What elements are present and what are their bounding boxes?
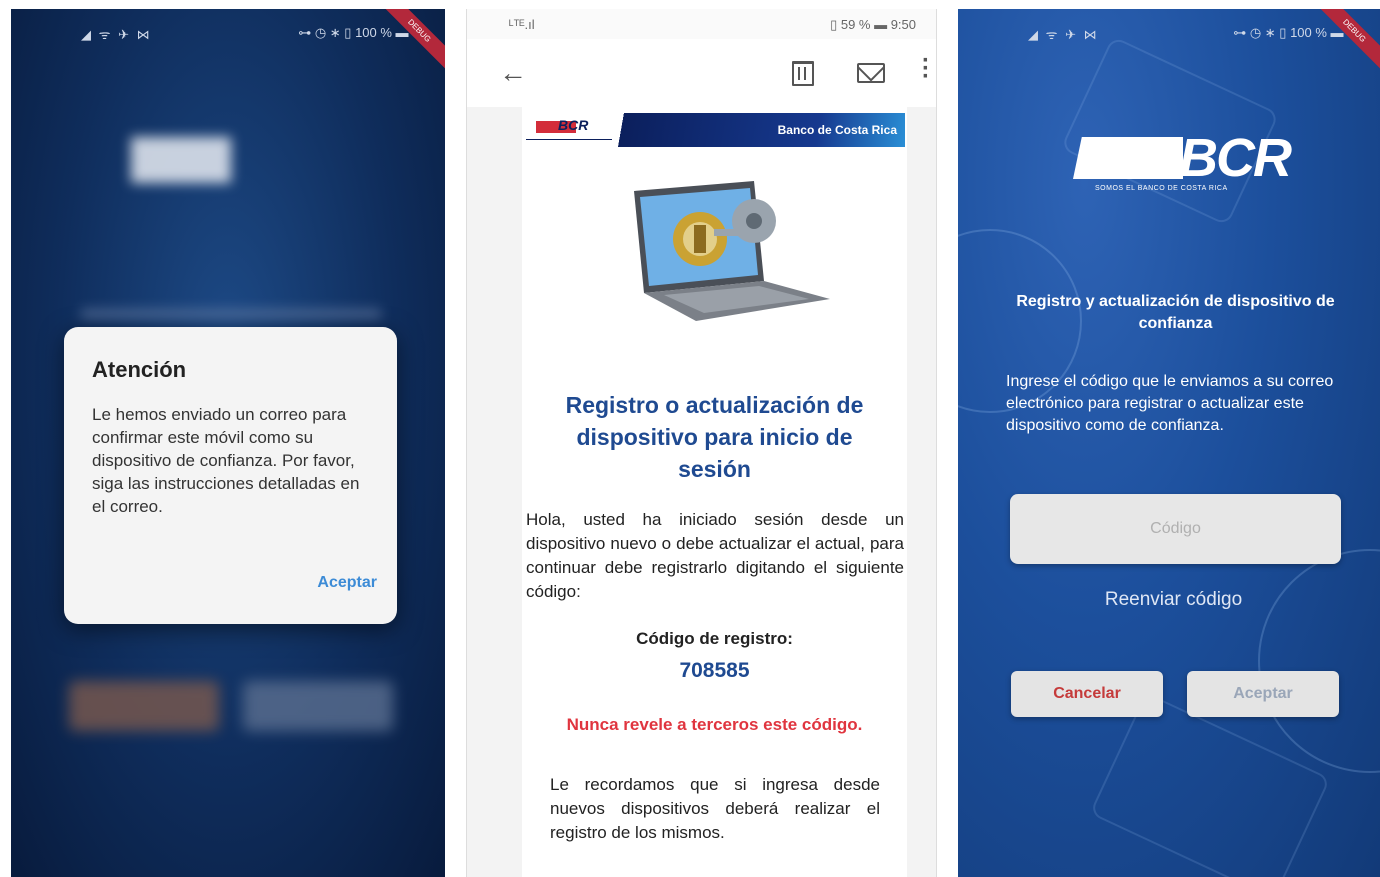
back-arrow-icon[interactable]: ← [499, 57, 527, 89]
app-screen-alert: ◢ ᯤ ✈ ⋈ ⊶ ◷ ∗ ▯ 100 % ▬ 4: DEBUG Atenció… [11, 9, 445, 877]
code-input[interactable] [1010, 494, 1341, 564]
status-icons-left: ◢ ᯤ ✈ ⋈ [81, 27, 152, 42]
alert-dialog: Atención Le hemos enviado un correo para… [64, 327, 397, 624]
code-label: Código de registro: [636, 629, 793, 648]
status-bar: ᴸᵀᴱ.ıl ▯ 59 % ▬ 9:50 [467, 9, 936, 39]
blurred-text [81, 309, 381, 319]
email-banner: BCR Banco de Costa Rica [522, 113, 905, 147]
dialog-accept-button[interactable]: Aceptar [317, 574, 377, 592]
email-body-text: Hola, usted ha iniciado sesión desde un … [526, 510, 904, 601]
reminder-text: Le recordamos que si ingresa desde nuevo… [550, 775, 880, 842]
cancel-button[interactable]: Cancelar [1011, 671, 1163, 717]
signal-icon: ᴸᵀᴱ.ıl [509, 17, 535, 32]
blurred-logo [131, 137, 331, 183]
registration-code: 708585 [679, 659, 750, 682]
more-options-icon[interactable]: · · · [922, 49, 930, 89]
trash-icon[interactable] [792, 61, 814, 86]
email-content: BCR Banco de Costa Rica Registro o actua… [522, 107, 907, 877]
screen-title: Registro y actualización de dispositivo … [1016, 293, 1335, 332]
device-registration-screen: ◢ ᯤ ✈ ⋈ ⊶ ◷ ∗ ▯ 100 % ▬ 4: DEBUG BCR SOM… [958, 9, 1380, 877]
background-decoration [1258, 549, 1380, 773]
status-icons-right: ▯ 59 % ▬ 9:50 [830, 17, 916, 32]
status-icons-left: ◢ ᯤ ✈ ⋈ [1028, 27, 1099, 42]
laptop-lock-illustration [634, 181, 830, 321]
resend-code-link[interactable]: Reenviar código [1010, 589, 1337, 611]
bcr-logo: BCR SOMOS EL BANCO DE COSTA RICA [1073, 127, 1292, 197]
blurred-button-left [69, 681, 219, 731]
mail-icon[interactable] [857, 63, 885, 83]
dialog-message: Le hemos enviado un correo para confirma… [92, 405, 360, 516]
email-title: Registro o actualización de dispositivo … [565, 392, 864, 482]
logo-tagline: SOMOS EL BANCO DE COSTA RICA [1095, 185, 1228, 192]
status-bar: ◢ ᯤ ✈ ⋈ ⊶ ◷ ∗ ▯ 100 % ▬ 4: [11, 9, 445, 55]
bcr-logo-text: BCR [558, 117, 589, 133]
banner-bar: Banco de Costa Rica [612, 113, 905, 147]
accept-button[interactable]: Aceptar [1187, 671, 1339, 717]
bank-name: Banco de Costa Rica [777, 123, 897, 137]
security-warning: Nunca revele a terceros este código. [566, 715, 863, 734]
logo-text: BCR [1179, 128, 1292, 188]
logo-bar [1073, 137, 1183, 179]
logo-underline [526, 139, 616, 140]
email-app-bar: ← · · · [467, 39, 936, 107]
screen-description: Ingrese el código que le enviamos a su c… [1006, 373, 1334, 434]
status-bar: ◢ ᯤ ✈ ⋈ ⊶ ◷ ∗ ▯ 100 % ▬ 4: [958, 9, 1380, 55]
dialog-title: Atención [92, 357, 187, 382]
blurred-button-right [243, 681, 393, 731]
email-screen: ᴸᵀᴱ.ıl ▯ 59 % ▬ 9:50 ← · · · BCR Banco de … [466, 9, 937, 877]
